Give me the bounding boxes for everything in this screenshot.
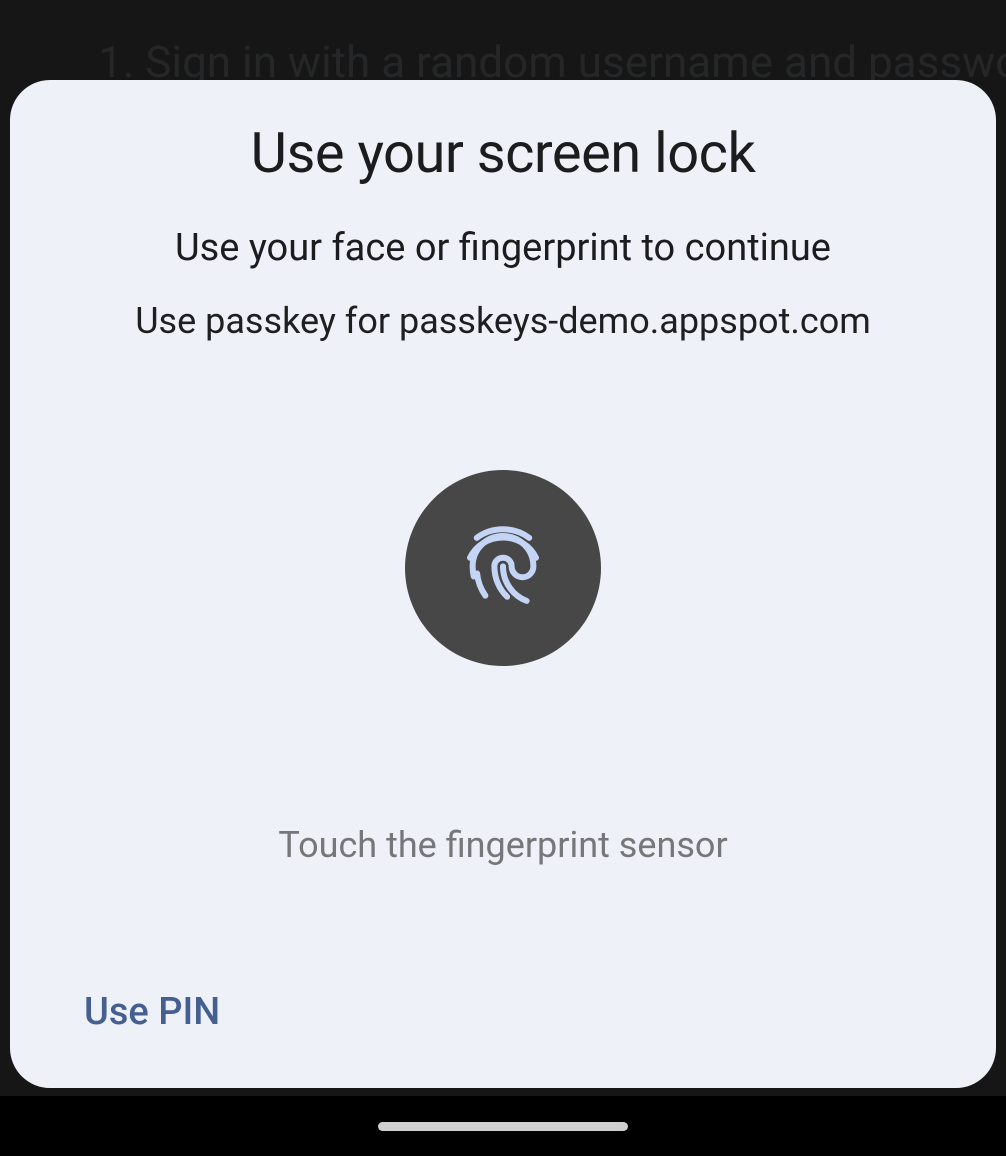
system-navigation-bar: [0, 1096, 1006, 1156]
fingerprint-sensor[interactable]: [405, 470, 601, 666]
dialog-subtitle: Use your face or fingerprint to continue: [10, 226, 996, 270]
fingerprint-hint: Touch the fingerprint sensor: [10, 824, 996, 866]
dialog-title: Use your screen lock: [10, 120, 996, 186]
home-handle[interactable]: [378, 1122, 628, 1131]
dialog-passkey-domain: Use passkey for passkeys-demo.appspot.co…: [10, 300, 996, 342]
use-pin-button[interactable]: Use PIN: [84, 990, 220, 1034]
biometric-prompt-dialog: Use your screen lock Use your face or fi…: [10, 80, 996, 1088]
fingerprint-icon: [458, 516, 548, 620]
